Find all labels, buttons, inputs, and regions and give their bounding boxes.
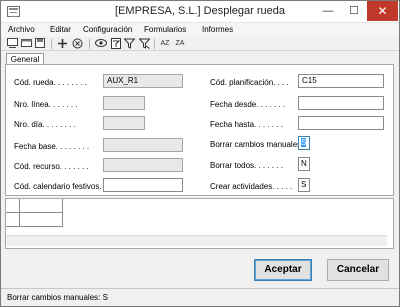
- borrar-todos-label: Borrar todos. . . . . . .: [210, 161, 283, 170]
- menu-editar[interactable]: Editar: [50, 25, 71, 34]
- grid-row-header[interactable]: [6, 213, 20, 227]
- new-document-icon[interactable]: [6, 38, 18, 50]
- toolbar-separator: [154, 39, 155, 49]
- cod-planificacion-label: Cód. planificación. . . .: [210, 78, 289, 87]
- fecha-base-field[interactable]: [103, 138, 183, 152]
- fecha-desde-label: Fecha desde. . . . . . .: [210, 100, 286, 109]
- menu-informes[interactable]: Informes: [202, 25, 233, 34]
- general-panel: Cód. rueda. . . . . . . . AUX_R1 Nro. lí…: [5, 64, 394, 196]
- menu-archivo[interactable]: Archivo: [8, 25, 35, 34]
- toolbar: AZ ZA: [1, 37, 399, 51]
- crear-actividades-label: Crear actividades. . . . .: [210, 182, 293, 191]
- nro-linea-label: Nro. línea. . . . . . .: [14, 100, 78, 109]
- filter-doc-icon[interactable]: [109, 38, 122, 50]
- close-button[interactable]: ✕: [367, 1, 398, 21]
- delete-icon[interactable]: [71, 38, 84, 50]
- grid-header-cell[interactable]: [20, 199, 63, 213]
- cod-rueda-label: Cód. rueda. . . . . . . .: [14, 78, 87, 87]
- borrar-cambios-value: S: [301, 138, 307, 147]
- tab-strip: General: [1, 51, 399, 65]
- cod-rueda-field[interactable]: AUX_R1: [103, 74, 183, 88]
- cod-calendario-field[interactable]: [103, 178, 183, 192]
- cod-recurso-label: Cód. recurso. . . . . . .: [14, 162, 89, 171]
- filter-clear-icon[interactable]: [138, 38, 151, 50]
- menu-formularios[interactable]: Formularios: [144, 25, 186, 34]
- title-bar: [EMPRESA, S.L.] Desplegar rueda — ☐ ✕: [1, 1, 399, 23]
- open-window-icon[interactable]: [20, 38, 32, 50]
- add-icon[interactable]: [56, 38, 69, 50]
- minimize-button[interactable]: —: [315, 1, 341, 21]
- fecha-desde-field[interactable]: [298, 96, 384, 110]
- crear-actividades-field[interactable]: S: [298, 178, 310, 192]
- status-text: Borrar cambios manuales: S: [7, 293, 108, 302]
- fecha-base-label: Fecha base. . . . . . . .: [14, 142, 90, 151]
- app-window: [EMPRESA, S.L.] Desplegar rueda — ☐ ✕ Ar…: [0, 0, 400, 307]
- nro-linea-field[interactable]: [103, 96, 145, 110]
- cod-recurso-field[interactable]: [103, 158, 183, 172]
- filter-icon[interactable]: [123, 38, 136, 50]
- sort-za-icon[interactable]: ZA: [173, 38, 187, 50]
- toolbar-separator: [89, 39, 90, 49]
- nro-dia-label: Nro. día. . . . . . . .: [14, 120, 76, 129]
- borrar-todos-field[interactable]: N: [298, 157, 310, 171]
- borrar-cambios-field[interactable]: S: [298, 136, 310, 150]
- borrar-cambios-label: Borrar cambios manuales.: [210, 140, 304, 149]
- grid-horizontal-scrollbar[interactable]: [6, 235, 387, 246]
- toolbar-separator: [51, 39, 52, 49]
- fecha-hasta-field[interactable]: [298, 116, 384, 130]
- cancel-button[interactable]: Cancelar: [327, 259, 389, 281]
- nro-dia-field[interactable]: [103, 116, 145, 130]
- grid-corner-cell: [6, 199, 20, 213]
- cod-calendario-label: Cód. calendario festivos.: [14, 182, 102, 191]
- menu-bar: Archivo Editar Configuración Formularios…: [1, 23, 399, 37]
- save-icon[interactable]: [34, 38, 46, 50]
- sort-az-icon[interactable]: AZ: [158, 38, 172, 50]
- status-bar: Borrar cambios manuales: S: [1, 288, 399, 306]
- accept-button[interactable]: Aceptar: [254, 259, 312, 281]
- view-icon[interactable]: [94, 38, 107, 50]
- cod-planificacion-field[interactable]: C15: [298, 74, 384, 88]
- fecha-hasta-label: Fecha hasta. . . . . . .: [210, 120, 283, 129]
- maximize-button[interactable]: ☐: [341, 1, 367, 21]
- menu-configuracion[interactable]: Configuración: [83, 25, 132, 34]
- grid-cell[interactable]: [20, 213, 63, 227]
